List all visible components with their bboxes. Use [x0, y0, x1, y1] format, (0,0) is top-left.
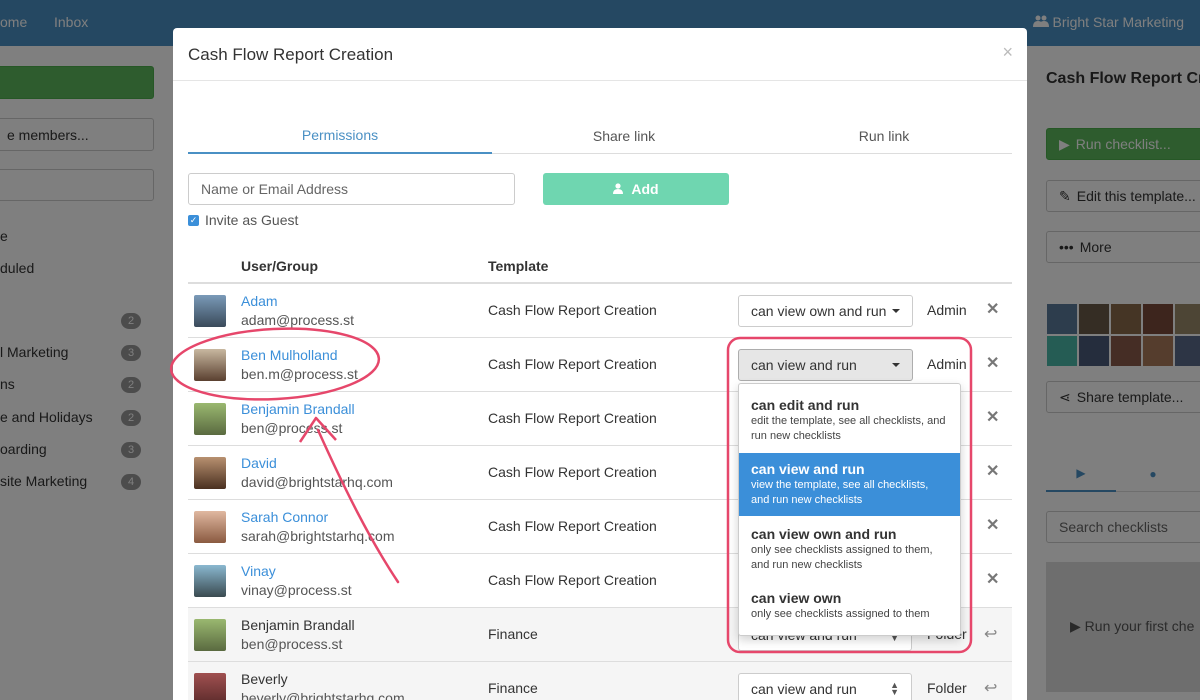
role-label: Admin — [927, 356, 967, 372]
permission-value: can view own and run — [751, 303, 887, 319]
user-name-link[interactable]: Vinay — [241, 563, 276, 579]
option-description: only see checklists assigned to them — [751, 608, 930, 620]
remove-icon[interactable]: ✕ — [986, 299, 999, 319]
modal-header: Cash Flow Report Creation × — [173, 28, 1027, 81]
option-description: edit the template, see all checklists, a… — [751, 415, 946, 442]
template-name: Finance — [488, 626, 538, 642]
permission-option-edit-and-run[interactable]: can edit and run edit the template, see … — [739, 389, 960, 452]
remove-icon[interactable]: ✕ — [986, 569, 999, 589]
user-email: sarah@brightstarhq.com — [241, 528, 395, 544]
tab-run-link[interactable]: Run link — [756, 118, 1012, 154]
avatar — [194, 565, 226, 597]
caret-down-icon — [892, 363, 900, 367]
permission-select[interactable]: can view own and run — [738, 295, 913, 327]
name-or-email-input[interactable] — [188, 173, 515, 205]
user-name: Beverly — [241, 671, 288, 687]
table-row: Adam adam@process.st Cash Flow Report Cr… — [188, 284, 1012, 338]
caret-down-icon — [892, 309, 900, 313]
add-button-label: Add — [631, 181, 659, 197]
modal-title: Cash Flow Report Creation — [188, 45, 394, 64]
avatar — [194, 295, 226, 327]
template-name: Cash Flow Report Creation — [488, 572, 657, 588]
avatar — [194, 673, 226, 700]
modal-tabs: Permissions Share link Run link — [188, 118, 1012, 154]
template-name: Cash Flow Report Creation — [488, 464, 657, 480]
user-email: david@brightstarhq.com — [241, 474, 393, 490]
template-column-header: Template — [488, 258, 549, 274]
option-title: can edit and run — [751, 397, 860, 413]
remove-icon[interactable]: ✕ — [986, 461, 999, 481]
add-button[interactable]: Add — [543, 173, 729, 205]
template-name: Cash Flow Report Creation — [488, 302, 657, 318]
role-label: Folder — [927, 680, 967, 696]
option-title: can view own — [751, 590, 842, 606]
permission-select[interactable]: can view and run — [738, 349, 913, 381]
option-title: can view and run — [751, 461, 865, 477]
template-name: Cash Flow Report Creation — [488, 356, 657, 372]
template-name: Cash Flow Report Creation — [488, 410, 657, 426]
user-email: vinay@process.st — [241, 582, 352, 598]
user-name-link[interactable]: David — [241, 455, 277, 471]
checkmark-icon: ✓ — [188, 214, 199, 226]
permission-select[interactable]: can view and run ▲▼ — [738, 673, 912, 700]
user-email: ben.m@process.st — [241, 366, 358, 382]
undo-icon[interactable]: ↩ — [984, 678, 997, 698]
permission-dropdown-menu: can edit and run edit the template, see … — [738, 383, 961, 636]
table-row: Beverly beverly@brightstarhq.com Finance… — [188, 662, 1012, 700]
user-name: Benjamin Brandall — [241, 617, 355, 633]
option-description: only see checklists assigned to them, an… — [751, 544, 933, 571]
user-name-link[interactable]: Benjamin Brandall — [241, 401, 355, 417]
tab-share-link[interactable]: Share link — [492, 118, 756, 154]
user-email: adam@process.st — [241, 312, 355, 328]
tab-permissions[interactable]: Permissions — [188, 118, 492, 154]
avatar — [194, 403, 226, 435]
user-email: ben@process.st — [241, 636, 343, 652]
avatar — [194, 511, 226, 543]
avatar — [194, 619, 226, 651]
user-name-link[interactable]: Adam — [241, 293, 278, 309]
user-email: ben@process.st — [241, 420, 343, 436]
avatar — [194, 349, 226, 381]
remove-icon[interactable]: ✕ — [986, 353, 999, 373]
option-description: view the template, see all checklists, a… — [751, 479, 929, 506]
user-email: beverly@brightstarhq.com — [241, 690, 405, 700]
avatar — [194, 457, 226, 489]
user-name-link[interactable]: Sarah Connor — [241, 509, 328, 525]
user-name-link[interactable]: Ben Mulholland — [241, 347, 338, 363]
permission-value: can view and run — [751, 681, 857, 697]
user-icon — [613, 181, 624, 197]
role-label: Admin — [927, 302, 967, 318]
invite-as-guest-checkbox[interactable]: ✓ Invite as Guest — [188, 212, 298, 228]
permission-option-view-own-and-run[interactable]: can view own and run only see checklists… — [739, 518, 960, 581]
undo-icon[interactable]: ↩ — [984, 624, 997, 644]
remove-icon[interactable]: ✕ — [986, 515, 999, 535]
option-title: can view own and run — [751, 526, 897, 542]
template-name: Cash Flow Report Creation — [488, 518, 657, 534]
permission-option-view-own[interactable]: can view own only see checklists assigne… — [739, 582, 960, 630]
template-name: Finance — [488, 680, 538, 696]
permission-option-view-and-run[interactable]: can view and run view the template, see … — [739, 453, 960, 516]
invite-as-guest-label: Invite as Guest — [205, 212, 299, 228]
close-icon[interactable]: × — [1002, 42, 1013, 63]
select-arrows-icon: ▲▼ — [890, 680, 899, 697]
user-group-column-header: User/Group — [241, 258, 319, 274]
permission-value: can view and run — [751, 357, 857, 373]
remove-icon[interactable]: ✕ — [986, 407, 999, 427]
